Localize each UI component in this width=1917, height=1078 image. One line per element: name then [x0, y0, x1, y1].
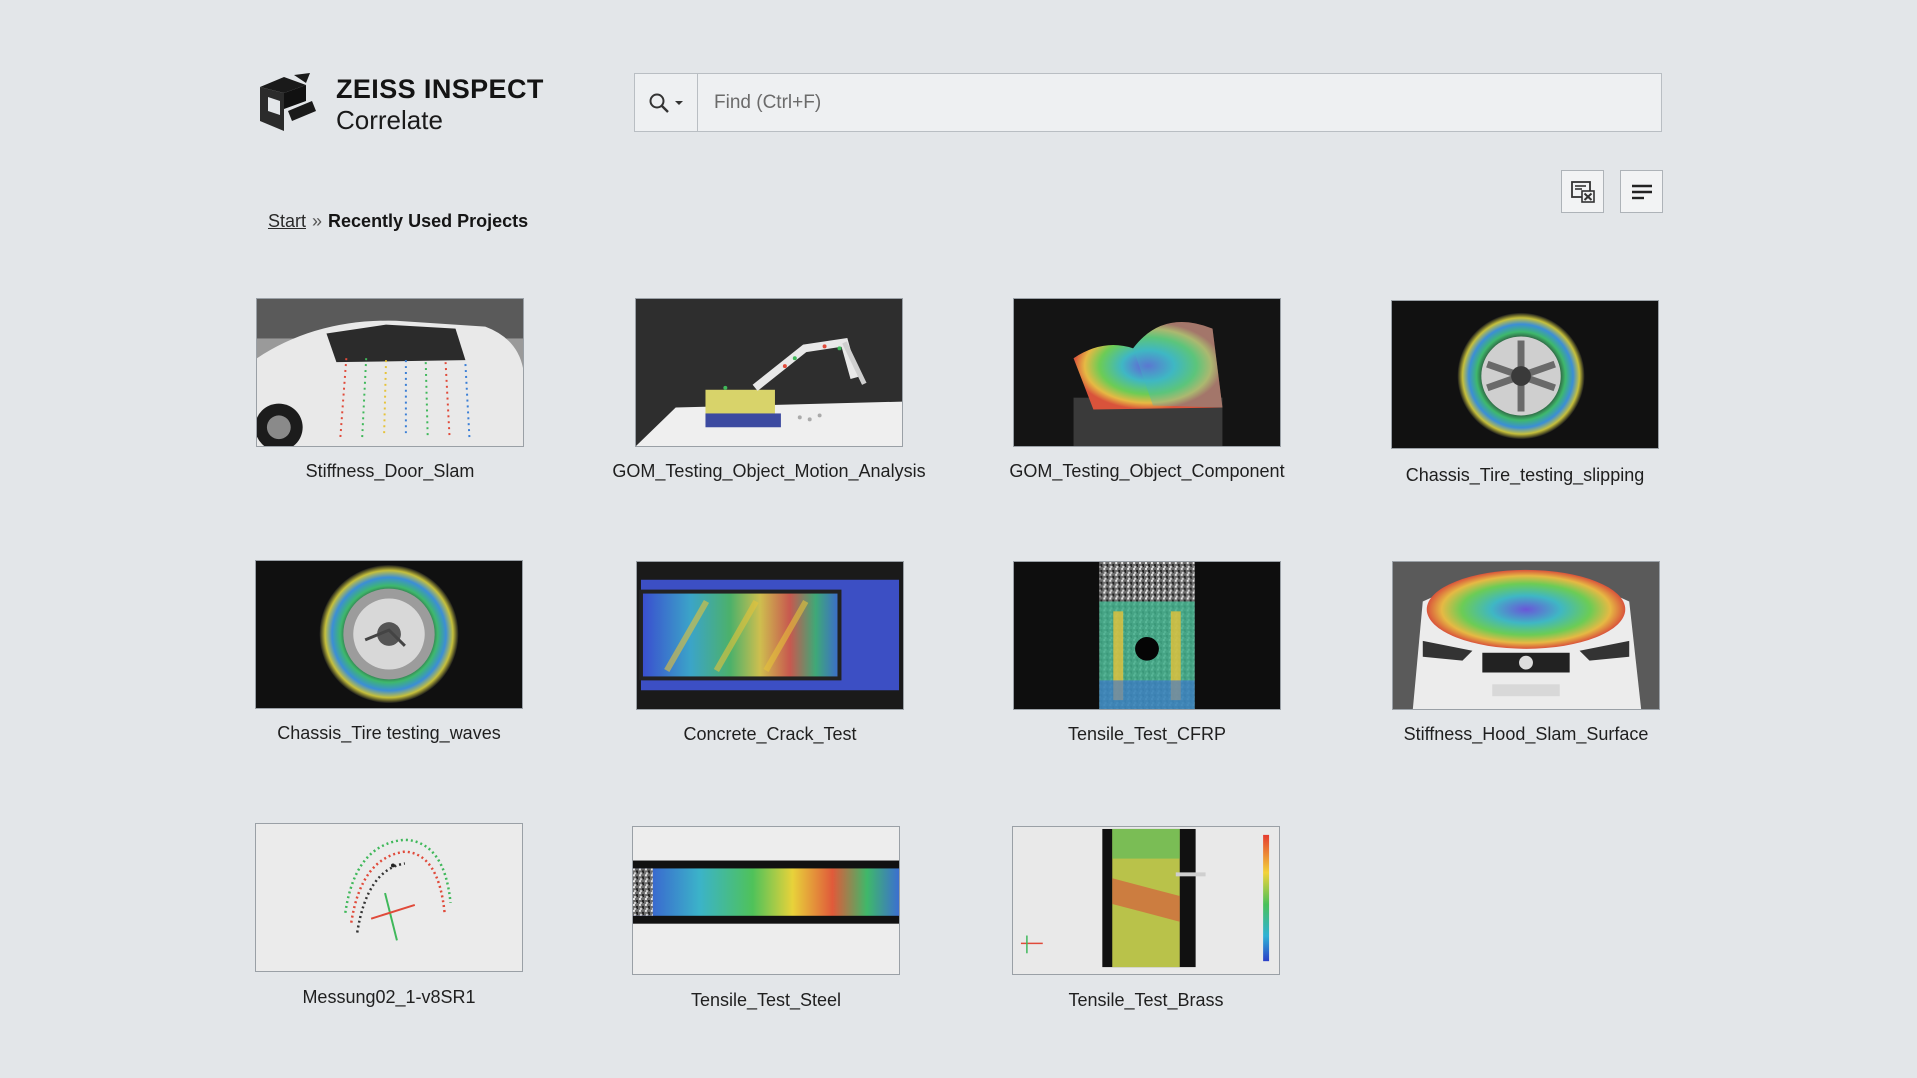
project-name: Stiffness_Door_Slam: [305, 461, 475, 481]
search-icon: [649, 93, 669, 113]
project-thumbnail: [255, 823, 523, 972]
search-bar: [634, 73, 1662, 132]
project-thumbnail: [636, 561, 904, 710]
project-thumbnail: [256, 298, 524, 447]
list-view-icon: [1631, 184, 1652, 199]
project-name: Chassis_Tire_testing_slipping: [1405, 465, 1645, 485]
app-logo: ZEISS INSPECT Correlate: [254, 71, 544, 137]
project-name: Tensile_Test_CFRP: [1067, 724, 1227, 744]
project-name: Concrete_Crack_Test: [683, 724, 857, 744]
search-input[interactable]: [698, 74, 1661, 131]
project-name: Chassis_Tire testing_waves: [277, 723, 501, 743]
project-name: GOM_Testing_Object_Motion_Analysis: [612, 461, 926, 481]
project-thumbnail: [635, 298, 903, 447]
clear-recent-button[interactable]: [1561, 170, 1604, 213]
project-name: Tensile_Test_Steel: [690, 990, 842, 1010]
project-name: GOM_Testing_Object_Component: [1009, 461, 1285, 481]
project-thumbnail: [632, 826, 900, 975]
search-options-button[interactable]: [635, 74, 698, 131]
zeiss-logo-icon: [260, 73, 316, 131]
breadcrumb-current: Recently Used Projects: [328, 211, 529, 231]
project-thumbnail: [1391, 300, 1659, 449]
app-brand-name: ZEISS INSPECT: [336, 73, 544, 104]
project-thumbnail: [1392, 561, 1660, 710]
project-thumbnail: [1013, 298, 1281, 447]
clear-list-icon: [1570, 180, 1595, 203]
chevron-down-icon: [675, 100, 683, 105]
breadcrumb-separator: »: [312, 211, 323, 231]
app-product-name: Correlate: [336, 104, 443, 135]
project-thumbnail: [1013, 561, 1281, 710]
project-thumbnail: [255, 560, 523, 709]
project-thumbnail: [1012, 826, 1280, 975]
project-name: Stiffness_Hood_Slam_Surface: [1403, 724, 1649, 744]
breadcrumb-start-link[interactable]: Start: [268, 211, 306, 231]
project-name: Messung02_1-v8SR1: [302, 987, 476, 1007]
breadcrumb: Start » Recently Used Projects: [268, 211, 528, 232]
project-name: Tensile_Test_Brass: [1068, 990, 1224, 1010]
view-options-button[interactable]: [1620, 170, 1663, 213]
